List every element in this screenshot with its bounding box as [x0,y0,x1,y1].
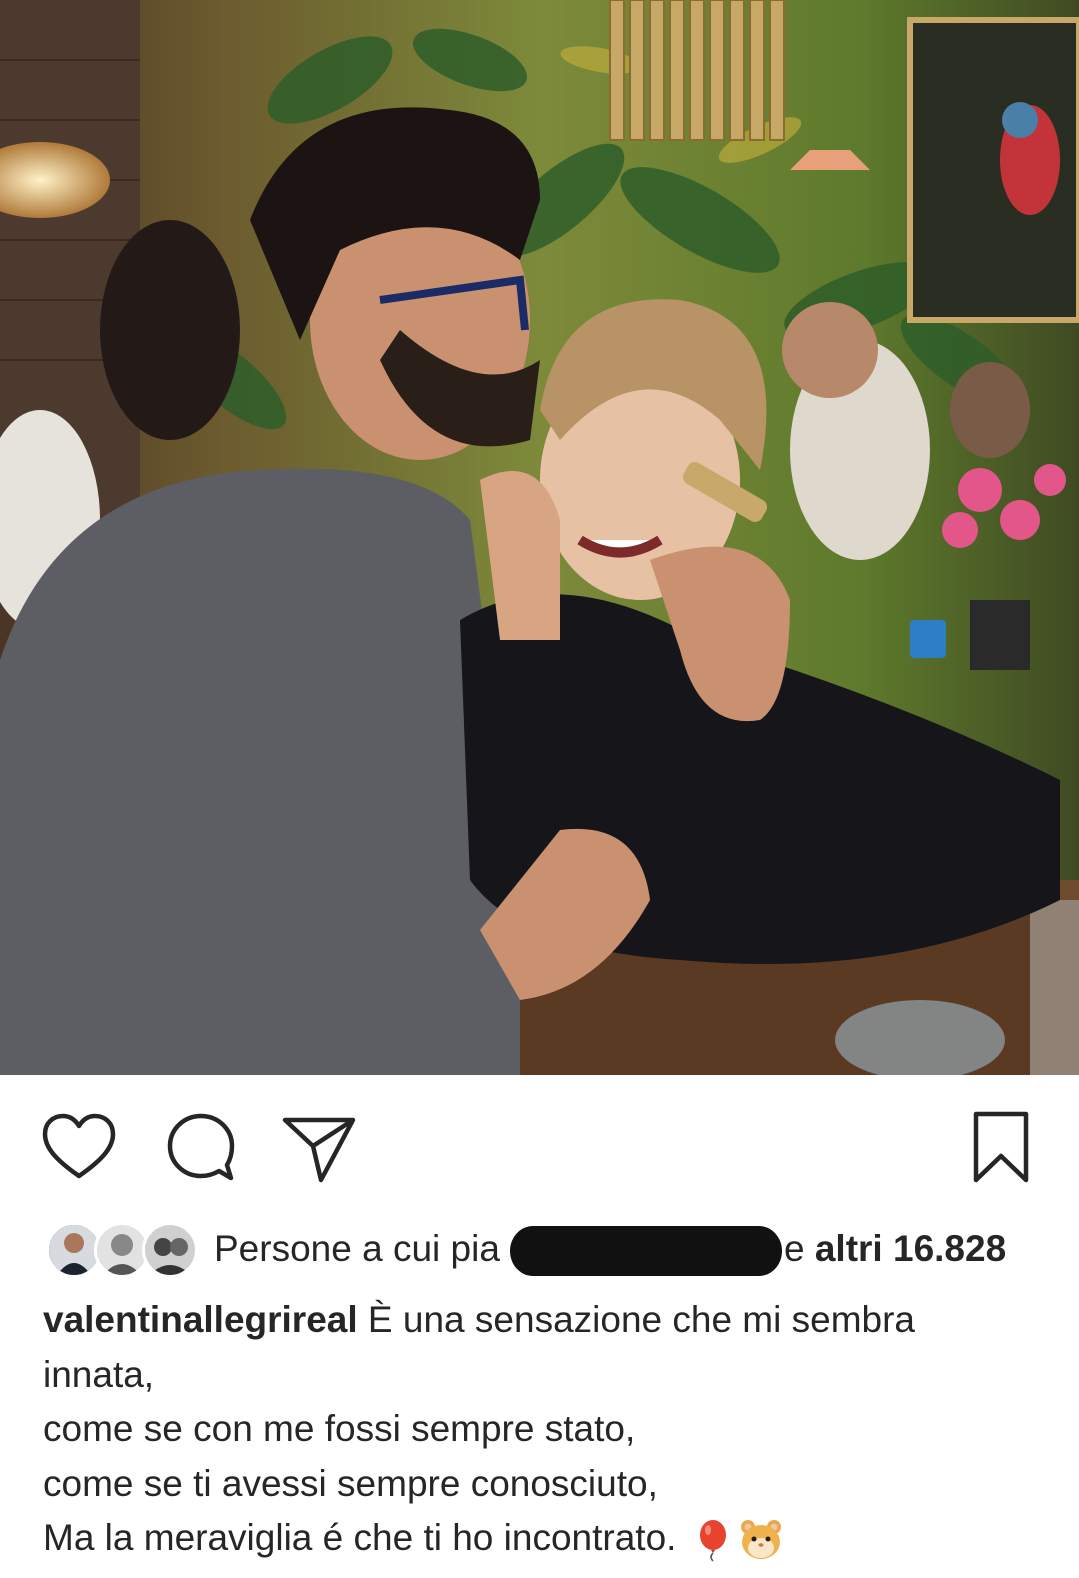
liker-avatars[interactable] [46,1222,198,1278]
paper-plane-icon[interactable] [281,1110,357,1186]
photo-couple-restaurant [0,0,1079,1075]
avatar[interactable] [142,1222,198,1278]
heart-icon[interactable] [41,1110,117,1186]
caption-line-last: Ma la meraviglia é che ti ho incontrato. [43,1511,1043,1566]
likes-row[interactable]: Persone a cui pia e altri 16.828 [0,1218,1079,1284]
post-actions-bar [0,1075,1079,1195]
caption-line: come se ti avessi sempre conosciuto, [43,1462,658,1504]
bookmark-icon[interactable] [966,1110,1036,1186]
balloon-emoji [691,1518,735,1562]
caption-username[interactable]: valentinallegrireal [43,1299,358,1340]
hamster-face-emoji [739,1518,783,1562]
comment-bubble-icon[interactable] [163,1110,239,1186]
caption-first-line: È una sensazione che mi sembra [357,1299,916,1340]
caption-line: come se con me fossi sempre stato, [43,1408,636,1449]
caption-last-text: Ma la meraviglia é che ti ho incontrato. [43,1517,677,1558]
post-caption: valentinallegrireal È una sensazione che… [43,1293,1043,1566]
likes-prefix: Persone a cui pia [214,1228,500,1269]
likes-count[interactable]: e altri 16.828 [784,1226,1006,1272]
caption-line: valentinallegrireal È una sensazione che… [43,1293,1043,1348]
likes-count-label: altri 16.828 [814,1228,1007,1269]
redaction-mark [510,1226,782,1276]
post-photo[interactable] [0,0,1079,1075]
caption-line: innata, [43,1353,155,1395]
likes-suffix: e [784,1228,815,1269]
